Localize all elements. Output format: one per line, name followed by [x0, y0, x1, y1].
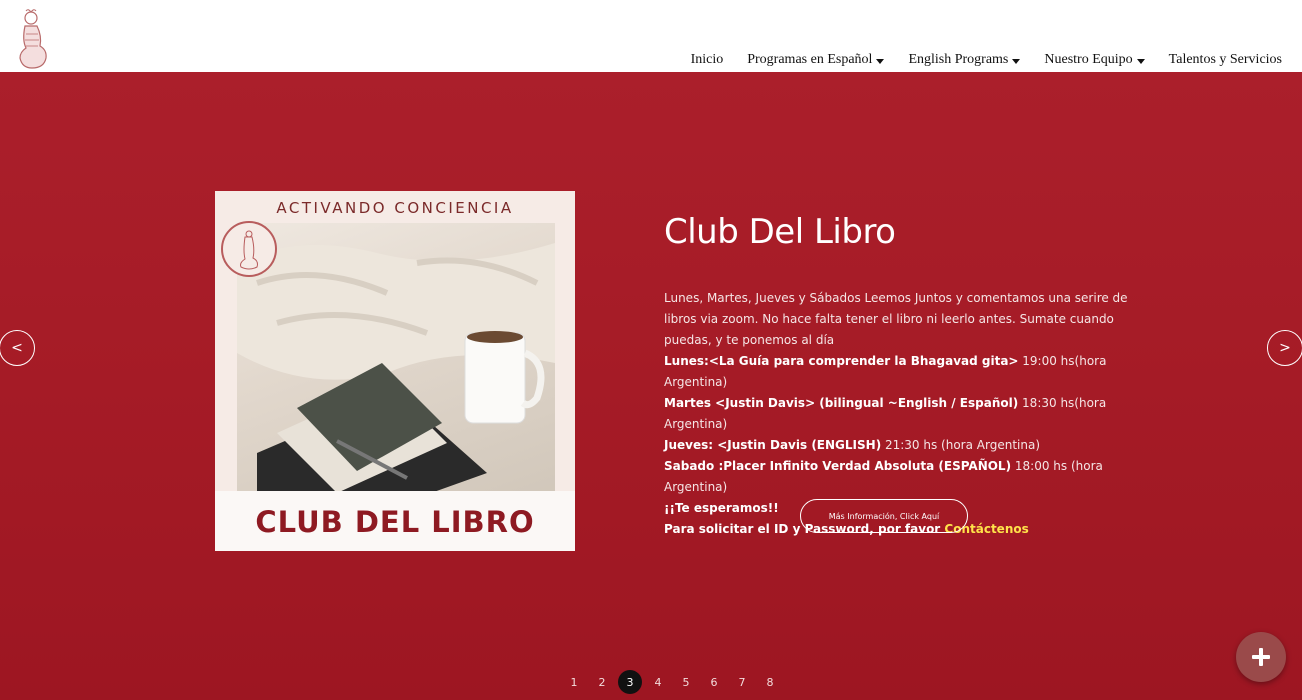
schedule-line: Sabado :Placer Infinito Verdad Absoluta … — [664, 456, 1154, 498]
page-button-1[interactable]: 1 — [560, 670, 588, 694]
page-button-7[interactable]: 7 — [728, 670, 756, 694]
nav-item-label: Programas en Español — [747, 52, 873, 67]
hero-carousel: ACTIVANDO CONCIENCIA CLUB DEL LIBRO Club… — [0, 72, 1302, 700]
page-button-6[interactable]: 6 — [700, 670, 728, 694]
schedule-day: Jueves: <Justin Davis (ENGLISH) — [664, 438, 882, 452]
page-button-2[interactable]: 2 — [588, 670, 616, 694]
next-slide-button[interactable]: > — [1267, 330, 1302, 366]
nav-item-label: Nuestro Equipo — [1044, 52, 1133, 67]
nav-item-inicio[interactable]: Inicio — [679, 52, 736, 68]
page-button-5[interactable]: 5 — [672, 670, 700, 694]
more-info-button[interactable]: Más Información, Click Aquí — [800, 499, 968, 533]
caret-down-icon — [1136, 59, 1145, 64]
nav-item-talentos-servicios[interactable]: Talentos y Servicios — [1157, 52, 1294, 68]
schedule-day: Lunes:<La Guía para comprender la Bhagav… — [664, 354, 1019, 368]
nav-item-nuestro-equipo[interactable]: Nuestro Equipo — [1032, 52, 1156, 68]
nav-item-label: Talentos y Servicios — [1168, 52, 1282, 67]
site-logo[interactable] — [14, 6, 50, 70]
nav-item-english-programs[interactable]: English Programs — [896, 52, 1032, 68]
closing-text: ¡¡Te esperamos!! — [664, 501, 779, 515]
slide-description: Lunes, Martes, Jueves y Sábados Leemos J… — [664, 291, 1128, 347]
schedule-day: Sabado :Placer Infinito Verdad Absoluta … — [664, 459, 1012, 473]
schedule-line: Lunes:<La Guía para comprender la Bhagav… — [664, 351, 1154, 393]
plus-icon — [1252, 648, 1270, 666]
books-and-mug-illustration — [237, 243, 555, 523]
caret-down-icon — [876, 59, 885, 64]
main-nav: Inicio Programas en Español English Prog… — [679, 52, 1294, 68]
page-button-8[interactable]: 8 — [756, 670, 784, 694]
poster-heading: ACTIVANDO CONCIENCIA — [276, 199, 514, 217]
schedule-time: 21:30 hs (hora Argentina) — [881, 438, 1041, 452]
schedule-line: Jueves: <Justin Davis (ENGLISH) 21:30 hs… — [664, 435, 1154, 456]
activando-conciencia-seal — [221, 221, 277, 277]
caret-down-icon — [1012, 59, 1021, 64]
page-button-4[interactable]: 4 — [644, 670, 672, 694]
site-header: Inicio Programas en Español English Prog… — [0, 0, 1302, 72]
nav-item-programas-espanol[interactable]: Programas en Español — [735, 52, 896, 68]
floating-action-button[interactable] — [1236, 632, 1286, 682]
schedule-line: Martes <Justin Davis> (bilingual ~Englis… — [664, 393, 1154, 435]
schedule-day: Martes <Justin Davis> (bilingual ~Englis… — [664, 396, 1019, 410]
nav-item-label: English Programs — [908, 52, 1009, 67]
page-button-3-active[interactable]: 3 — [618, 670, 642, 694]
slide-content: Club Del Libro Lunes, Martes, Jueves y S… — [664, 212, 1154, 540]
poster-title: CLUB DEL LIBRO — [255, 505, 535, 539]
prev-slide-button[interactable]: < — [0, 330, 35, 366]
carousel-pagination: 1 2 3 4 5 6 7 8 — [560, 670, 784, 694]
slide-poster-image: ACTIVANDO CONCIENCIA CLUB DEL LIBRO — [215, 191, 575, 551]
nav-item-label: Inicio — [690, 52, 724, 67]
slide-title: Club Del Libro — [664, 212, 896, 252]
poster-photo — [237, 223, 555, 523]
